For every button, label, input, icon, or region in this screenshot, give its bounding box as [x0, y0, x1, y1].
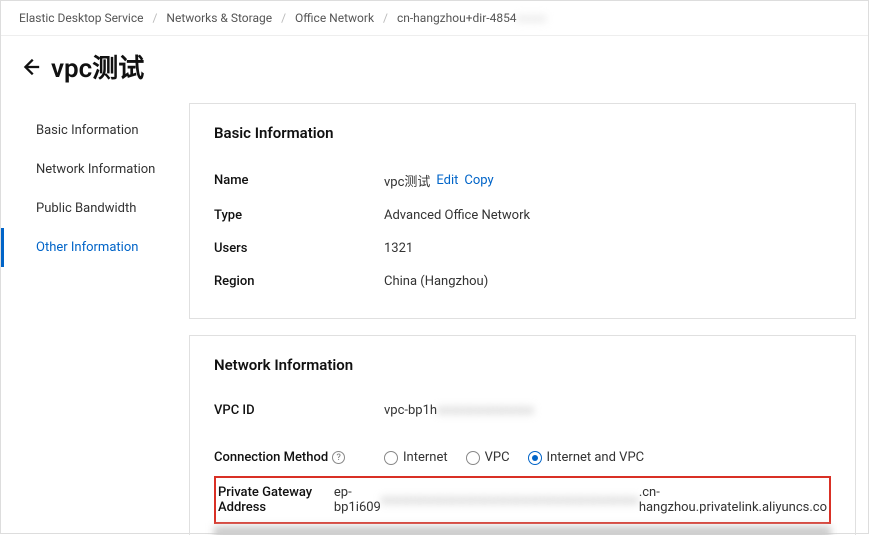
- name-label: Name: [214, 173, 384, 188]
- panel-title: Network Information: [214, 356, 831, 374]
- region-label: Region: [214, 274, 384, 289]
- breadcrumb-link[interactable]: Office Network: [295, 11, 374, 25]
- network-information-panel: Network Information VPC ID vpc-bp1hxxxxx…: [189, 335, 856, 535]
- breadcrumb-sep: /: [281, 11, 286, 25]
- breadcrumb-sep: /: [383, 11, 388, 25]
- vpc-id-label: VPC ID: [214, 403, 384, 418]
- private-gateway-value: ep-bp1i609xxxxxxxxxxxxxxxxxxxxxxxxxxxxxx…: [334, 485, 827, 515]
- breadcrumb-sep: /: [152, 11, 157, 25]
- radio-label: Internet: [403, 450, 448, 465]
- vpc-id-value: vpc-bp1hxxxxxxxxxxxxxxx: [384, 403, 831, 418]
- name-value: vpc测试 Edit Copy: [384, 171, 831, 190]
- page-title: vpc测试: [51, 48, 144, 85]
- help-icon[interactable]: ?: [332, 451, 345, 464]
- breadcrumb-current: cn-hangzhou+dir-4854xxxxx: [397, 11, 546, 25]
- radio-internet-and-vpc[interactable]: Internet and VPC: [528, 450, 645, 465]
- breadcrumb-link[interactable]: Networks & Storage: [166, 11, 272, 25]
- radio-internet[interactable]: Internet: [384, 450, 448, 465]
- page-header: vpc测试: [1, 36, 868, 103]
- panel-title: Basic Information: [214, 124, 831, 142]
- back-arrow-icon[interactable]: [19, 56, 41, 78]
- content-area: Basic Information Name vpc测试 Edit Copy T…: [181, 103, 868, 535]
- radio-circle-icon: [528, 451, 542, 465]
- edit-link[interactable]: Edit: [436, 173, 458, 188]
- radio-label: Internet and VPC: [547, 450, 645, 465]
- sidebar: Basic Information Network Information Pu…: [1, 103, 181, 535]
- region-value: China (Hangzhou): [384, 274, 831, 289]
- radio-circle-icon: [466, 451, 480, 465]
- radio-circle-icon: [384, 451, 398, 465]
- basic-information-panel: Basic Information Name vpc测试 Edit Copy T…: [189, 103, 856, 319]
- radio-label: VPC: [485, 450, 510, 465]
- breadcrumb: Elastic Desktop Service / Networks & Sto…: [1, 1, 868, 36]
- sidebar-item-other-information[interactable]: Other Information: [1, 228, 181, 267]
- type-value: Advanced Office Network: [384, 208, 831, 223]
- breadcrumb-link[interactable]: Elastic Desktop Service: [19, 11, 143, 25]
- connection-method-label: Connection Method ?: [214, 450, 384, 465]
- sidebar-item-public-bandwidth[interactable]: Public Bandwidth: [1, 189, 181, 228]
- private-gateway-label: Private Gateway Address: [218, 485, 334, 515]
- users-label: Users: [214, 241, 384, 256]
- connection-method-radio-group: Internet VPC Internet and VPC: [384, 450, 644, 465]
- sidebar-item-network-information[interactable]: Network Information: [1, 150, 181, 189]
- radio-vpc[interactable]: VPC: [466, 450, 510, 465]
- private-gateway-highlight: Private Gateway Address ep-bp1i609xxxxxx…: [214, 476, 831, 524]
- sidebar-item-basic-information[interactable]: Basic Information: [1, 111, 181, 150]
- copy-link[interactable]: Copy: [464, 173, 493, 188]
- users-value: 1321: [384, 241, 831, 256]
- type-label: Type: [214, 208, 384, 223]
